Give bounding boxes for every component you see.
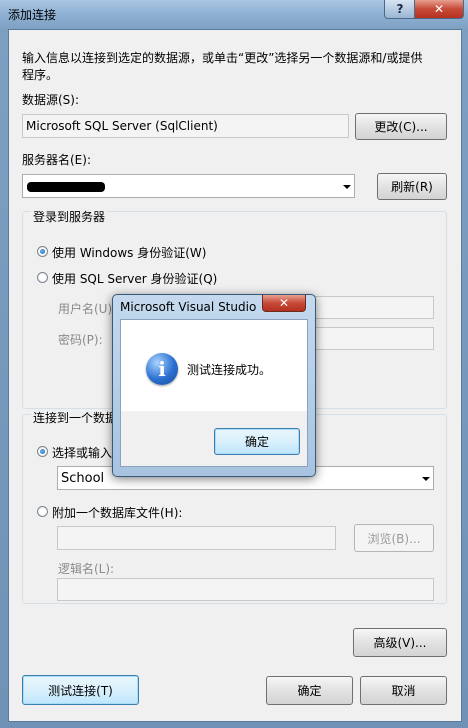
msgbox-footer: 确定 bbox=[120, 411, 308, 467]
password-label: 密码(P): bbox=[58, 333, 103, 347]
test-connection-button[interactable]: 测试连接(T) bbox=[22, 675, 139, 705]
intro-text-line1: 输入信息以连接到选定的数据源，或单击“更改”选择另一个数据源和/或提供 bbox=[22, 51, 423, 65]
msgbox-ok-button[interactable]: 确定 bbox=[214, 428, 300, 455]
select-db-label[interactable]: 选择或输入 bbox=[52, 444, 112, 461]
chevron-down-icon[interactable] bbox=[343, 185, 351, 189]
cancel-button[interactable]: 取消 bbox=[360, 676, 447, 705]
redacted-bar bbox=[27, 182, 105, 192]
browse-button[interactable]: 浏览(B)... bbox=[354, 524, 434, 552]
help-button[interactable]: ? bbox=[384, 0, 416, 19]
sql-auth-label[interactable]: 使用 SQL Server 身份验证(Q) bbox=[52, 270, 217, 287]
message-box: Microsoft Visual Studio ✕ i 测试连接成功。 确定 bbox=[112, 294, 316, 477]
info-icon: i bbox=[146, 353, 178, 385]
window-title: 添加连接 bbox=[8, 8, 57, 22]
windows-auth-radio[interactable] bbox=[37, 246, 48, 257]
database-name-value: School bbox=[61, 471, 105, 486]
attach-file-label[interactable]: 附加一个数据库文件(H): bbox=[52, 504, 182, 521]
refresh-button[interactable]: 刷新(R) bbox=[377, 173, 447, 200]
windows-auth-label[interactable]: 使用 Windows 身份验证(W) bbox=[52, 244, 206, 261]
datasource-field: Microsoft SQL Server (SqlClient) bbox=[22, 114, 349, 138]
server-name-combobox[interactable] bbox=[22, 174, 355, 198]
password-input[interactable] bbox=[309, 327, 434, 350]
advanced-button[interactable]: 高级(V)... bbox=[353, 628, 447, 657]
select-db-radio[interactable] bbox=[37, 446, 48, 457]
datasource-label: 数据源(S): bbox=[22, 93, 80, 107]
attach-file-input[interactable] bbox=[57, 526, 336, 550]
intro-text-line2: 程序。 bbox=[22, 68, 59, 82]
msgbox-close-icon[interactable]: ✕ bbox=[262, 295, 306, 312]
ok-button[interactable]: 确定 bbox=[266, 676, 353, 705]
msgbox-title: Microsoft Visual Studio bbox=[120, 300, 257, 314]
database-group-title: 连接到一个数据 bbox=[31, 409, 120, 426]
chevron-down-icon[interactable] bbox=[422, 477, 430, 481]
logical-name-input[interactable] bbox=[57, 578, 434, 601]
close-icon[interactable]: ✕ bbox=[414, 0, 464, 19]
login-group-title: 登录到服务器 bbox=[31, 208, 108, 225]
username-input[interactable] bbox=[309, 296, 434, 319]
change-datasource-button[interactable]: 更改(C)... bbox=[355, 113, 447, 140]
server-label: 服务器名(E): bbox=[22, 153, 91, 167]
msgbox-message: 测试连接成功。 bbox=[187, 363, 272, 377]
attach-file-radio[interactable] bbox=[37, 506, 48, 517]
datasource-value: Microsoft SQL Server (SqlClient) bbox=[26, 119, 218, 133]
username-label: 用户名(U): bbox=[58, 302, 117, 316]
msgbox-content: i 测试连接成功。 bbox=[120, 319, 308, 411]
sql-auth-radio[interactable] bbox=[37, 272, 48, 283]
logical-name-label: 逻辑名(L): bbox=[58, 562, 115, 576]
